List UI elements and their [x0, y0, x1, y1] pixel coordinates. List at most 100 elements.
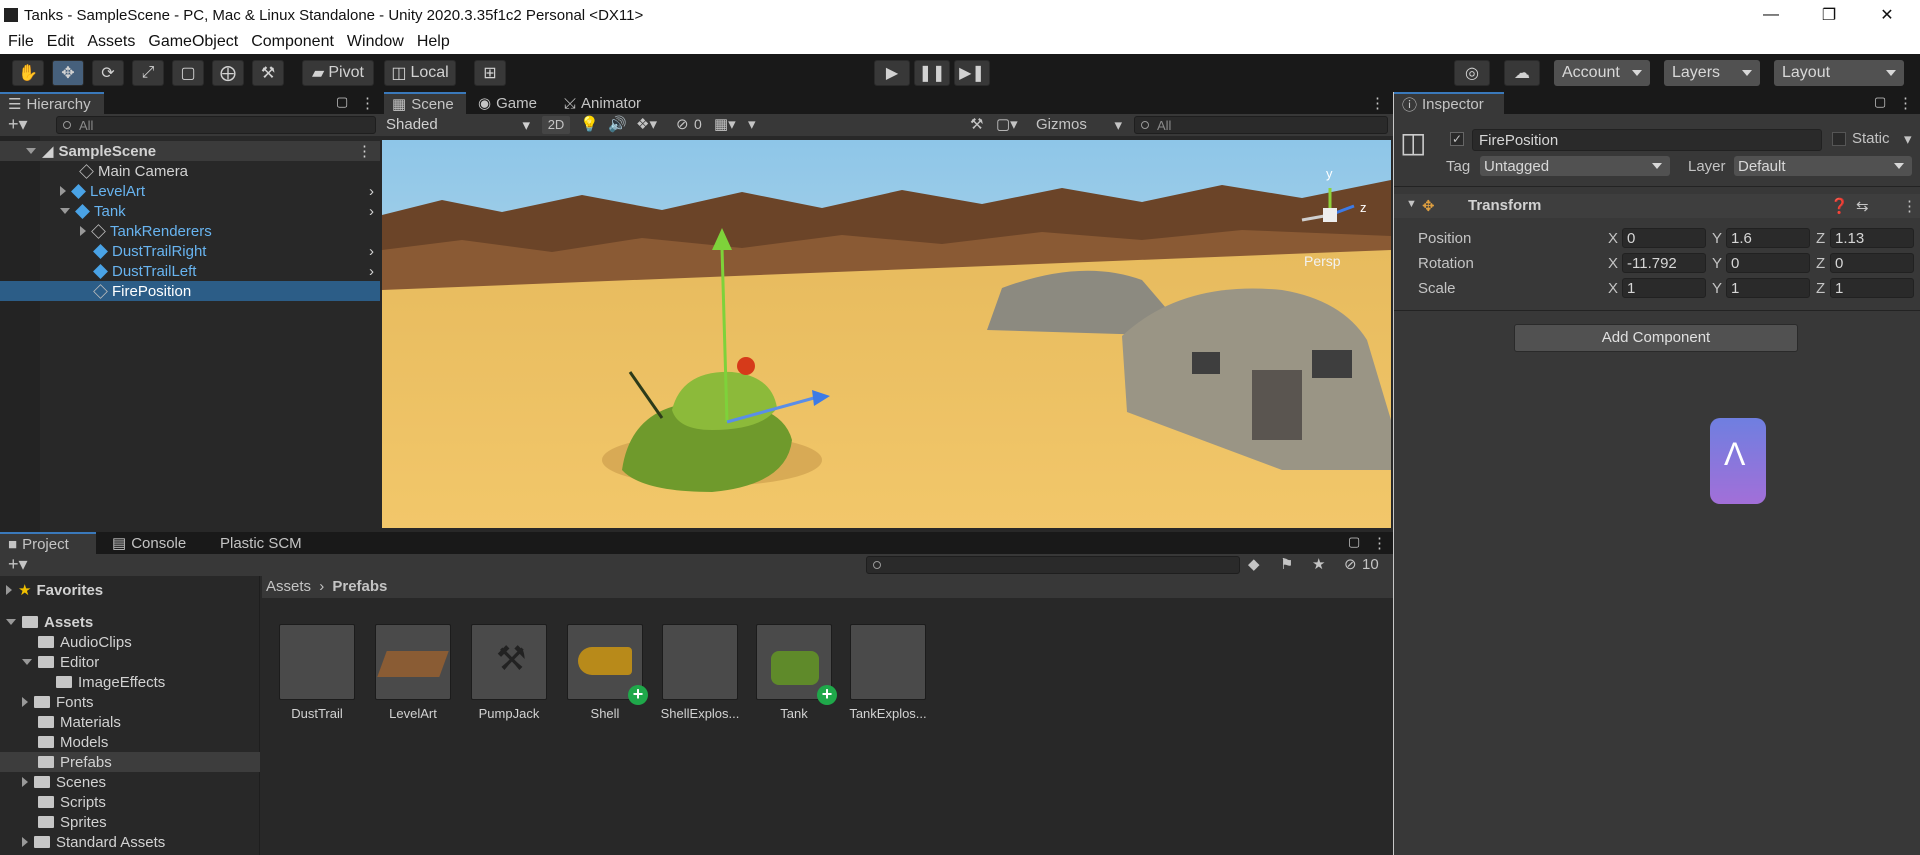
- expand-arrow-icon[interactable]: [22, 777, 28, 787]
- rect-tool-icon[interactable]: ▢: [172, 60, 204, 86]
- tree-item-scripts[interactable]: Scripts: [0, 792, 260, 812]
- pause-button[interactable]: ❚❚: [914, 60, 950, 86]
- audio-icon[interactable]: 🔊: [608, 115, 627, 133]
- gizmo-x-handle[interactable]: [737, 357, 755, 375]
- tab-hierarchy[interactable]: ☰ Hierarchy: [0, 92, 104, 114]
- chevron-right-icon[interactable]: ›: [369, 203, 374, 220]
- persp-label[interactable]: Persp: [1304, 253, 1341, 269]
- help-icon[interactable]: ❓: [1830, 197, 1849, 215]
- lighting-icon[interactable]: 💡: [580, 115, 599, 133]
- tree-item-standard-assets[interactable]: Standard Assets: [0, 832, 260, 852]
- account-dropdown[interactable]: Account: [1554, 60, 1650, 86]
- scale-y-field[interactable]: 1: [1726, 278, 1810, 298]
- tree-item-scenes[interactable]: Scenes: [0, 772, 260, 792]
- layers-dropdown[interactable]: Layers: [1664, 60, 1760, 86]
- custom-tool-icon[interactable]: ⚒: [252, 60, 284, 86]
- shading-dropdown[interactable]: Shaded ▾: [386, 116, 534, 134]
- tab-plastic-scm[interactable]: Plastic SCM: [212, 532, 322, 554]
- filter-type-icon[interactable]: ◆: [1248, 555, 1260, 573]
- scene-viewport[interactable]: y z Persp: [382, 140, 1391, 528]
- camera-settings-icon[interactable]: ▢▾: [996, 115, 1018, 133]
- menu-help[interactable]: Help: [417, 33, 450, 51]
- collab-icon[interactable]: ◎: [1454, 60, 1490, 86]
- 2d-toggle[interactable]: 2D: [542, 116, 570, 134]
- position-z-field[interactable]: 1.13: [1830, 228, 1914, 248]
- project-search-input[interactable]: [866, 556, 1240, 574]
- tree-item-prefabs[interactable]: Prefabs: [0, 752, 260, 772]
- layout-dropdown[interactable]: Layout: [1774, 60, 1904, 86]
- tree-item-fonts[interactable]: Fonts: [0, 692, 260, 712]
- hierarchy-item-tank[interactable]: Tank ›: [0, 201, 380, 221]
- label-icon[interactable]: ⚑: [1280, 555, 1293, 573]
- menu-window[interactable]: Window: [347, 33, 404, 51]
- hierarchy-item-tankrenderers[interactable]: TankRenderers: [0, 221, 380, 241]
- position-x-field[interactable]: 0: [1622, 228, 1706, 248]
- static-checkbox[interactable]: [1832, 132, 1846, 146]
- favorite-star-icon[interactable]: ★: [1312, 555, 1325, 573]
- more-icon[interactable]: ⋮: [1902, 197, 1917, 215]
- restore-button[interactable]: ❐: [1806, 0, 1852, 30]
- favorites-item[interactable]: ★ Favorites: [0, 580, 260, 600]
- more-icon[interactable]: ⋮: [1372, 534, 1387, 552]
- tab-inspector[interactable]: ⓘ Inspector: [1394, 92, 1504, 114]
- grid-toggle-icon[interactable]: ▦▾: [714, 115, 736, 133]
- lock-icon[interactable]: ▢: [1874, 94, 1886, 110]
- hidden-packages-icon[interactable]: ⊘: [1344, 555, 1357, 573]
- asset-tank[interactable]: + Tank: [754, 624, 837, 721]
- hierarchy-item-dusttrailright[interactable]: DustTrailRight ›: [0, 241, 380, 261]
- tree-item-sprites[interactable]: Sprites: [0, 812, 260, 832]
- asset-pumpjack[interactable]: ⚒ PumpJack: [469, 624, 549, 721]
- hierarchy-item-dusttrailleft[interactable]: DustTrailLeft ›: [0, 261, 380, 281]
- expand-arrow-icon[interactable]: [26, 148, 36, 154]
- pivot-toggle[interactable]: ▰ Pivot: [302, 60, 374, 86]
- rotation-x-field[interactable]: -11.792: [1622, 253, 1706, 273]
- camera-icon[interactable]: ▾: [748, 115, 756, 133]
- asset-tankexplosion[interactable]: TankExplos...: [848, 624, 928, 721]
- rotate-tool-icon[interactable]: ⟳: [92, 60, 124, 86]
- menu-file[interactable]: File: [8, 33, 34, 51]
- asset-shell[interactable]: + Shell: [565, 624, 648, 721]
- hierarchy-item-main-camera[interactable]: Main Camera: [0, 161, 380, 181]
- hidden-objects-icon[interactable]: ⊘: [676, 115, 689, 133]
- rotation-z-field[interactable]: 0: [1830, 253, 1914, 273]
- menu-edit[interactable]: Edit: [47, 33, 75, 51]
- scene-search-input[interactable]: All: [1134, 116, 1388, 134]
- tree-item-materials[interactable]: Materials: [0, 712, 260, 732]
- chevron-right-icon[interactable]: ›: [369, 243, 374, 260]
- expand-arrow-icon[interactable]: [6, 585, 12, 595]
- more-icon[interactable]: ⋮: [1898, 94, 1913, 112]
- lock-icon[interactable]: ▢: [336, 94, 348, 110]
- transform-tool-icon[interactable]: ⨁: [212, 60, 244, 86]
- chevron-down-icon[interactable]: ▼: [1406, 198, 1417, 210]
- expand-arrow-icon[interactable]: [6, 619, 16, 625]
- chevron-right-icon[interactable]: ›: [369, 263, 374, 280]
- tab-animator[interactable]: ⤩ Animator: [556, 92, 656, 114]
- add-icon[interactable]: +▾: [8, 554, 28, 575]
- more-icon[interactable]: ⋮: [357, 142, 372, 160]
- lock-icon[interactable]: ▢: [1348, 534, 1360, 550]
- transform-header[interactable]: ▼ ✥ Transform ❓ ⇆ ⋮: [1394, 194, 1920, 218]
- preset-icon[interactable]: ⇆: [1856, 197, 1869, 215]
- asset-shellexplosion[interactable]: ShellExplos...: [660, 624, 740, 721]
- add-icon[interactable]: +▾: [8, 114, 28, 135]
- chevron-down-icon[interactable]: ▾: [1904, 130, 1912, 148]
- hierarchy-item-samplescene[interactable]: ◢ SampleScene ⋮: [0, 141, 380, 161]
- tab-game[interactable]: ◉ Game: [470, 92, 550, 114]
- chevron-right-icon[interactable]: ›: [369, 183, 374, 200]
- active-checkbox[interactable]: ✓: [1450, 132, 1464, 146]
- tab-scene[interactable]: ▦ Scene: [384, 92, 466, 114]
- minimize-button[interactable]: —: [1748, 0, 1794, 30]
- asset-dusttrail[interactable]: DustTrail: [277, 624, 357, 721]
- breadcrumb-assets[interactable]: Assets: [266, 578, 311, 595]
- menu-gameobject[interactable]: GameObject: [148, 33, 238, 51]
- tools-icon[interactable]: ⚒: [970, 115, 983, 133]
- effects-icon[interactable]: ❖▾: [636, 115, 657, 133]
- more-icon[interactable]: ⋮: [1370, 94, 1385, 112]
- rotation-y-field[interactable]: 0: [1726, 253, 1810, 273]
- play-button[interactable]: ▶: [874, 60, 910, 86]
- menu-component[interactable]: Component: [251, 33, 334, 51]
- hierarchy-item-levelart[interactable]: LevelArt ›: [0, 181, 380, 201]
- expand-arrow-icon[interactable]: [22, 837, 28, 847]
- close-button[interactable]: ✕: [1864, 0, 1910, 30]
- hierarchy-item-fireposition[interactable]: FirePosition: [0, 281, 380, 301]
